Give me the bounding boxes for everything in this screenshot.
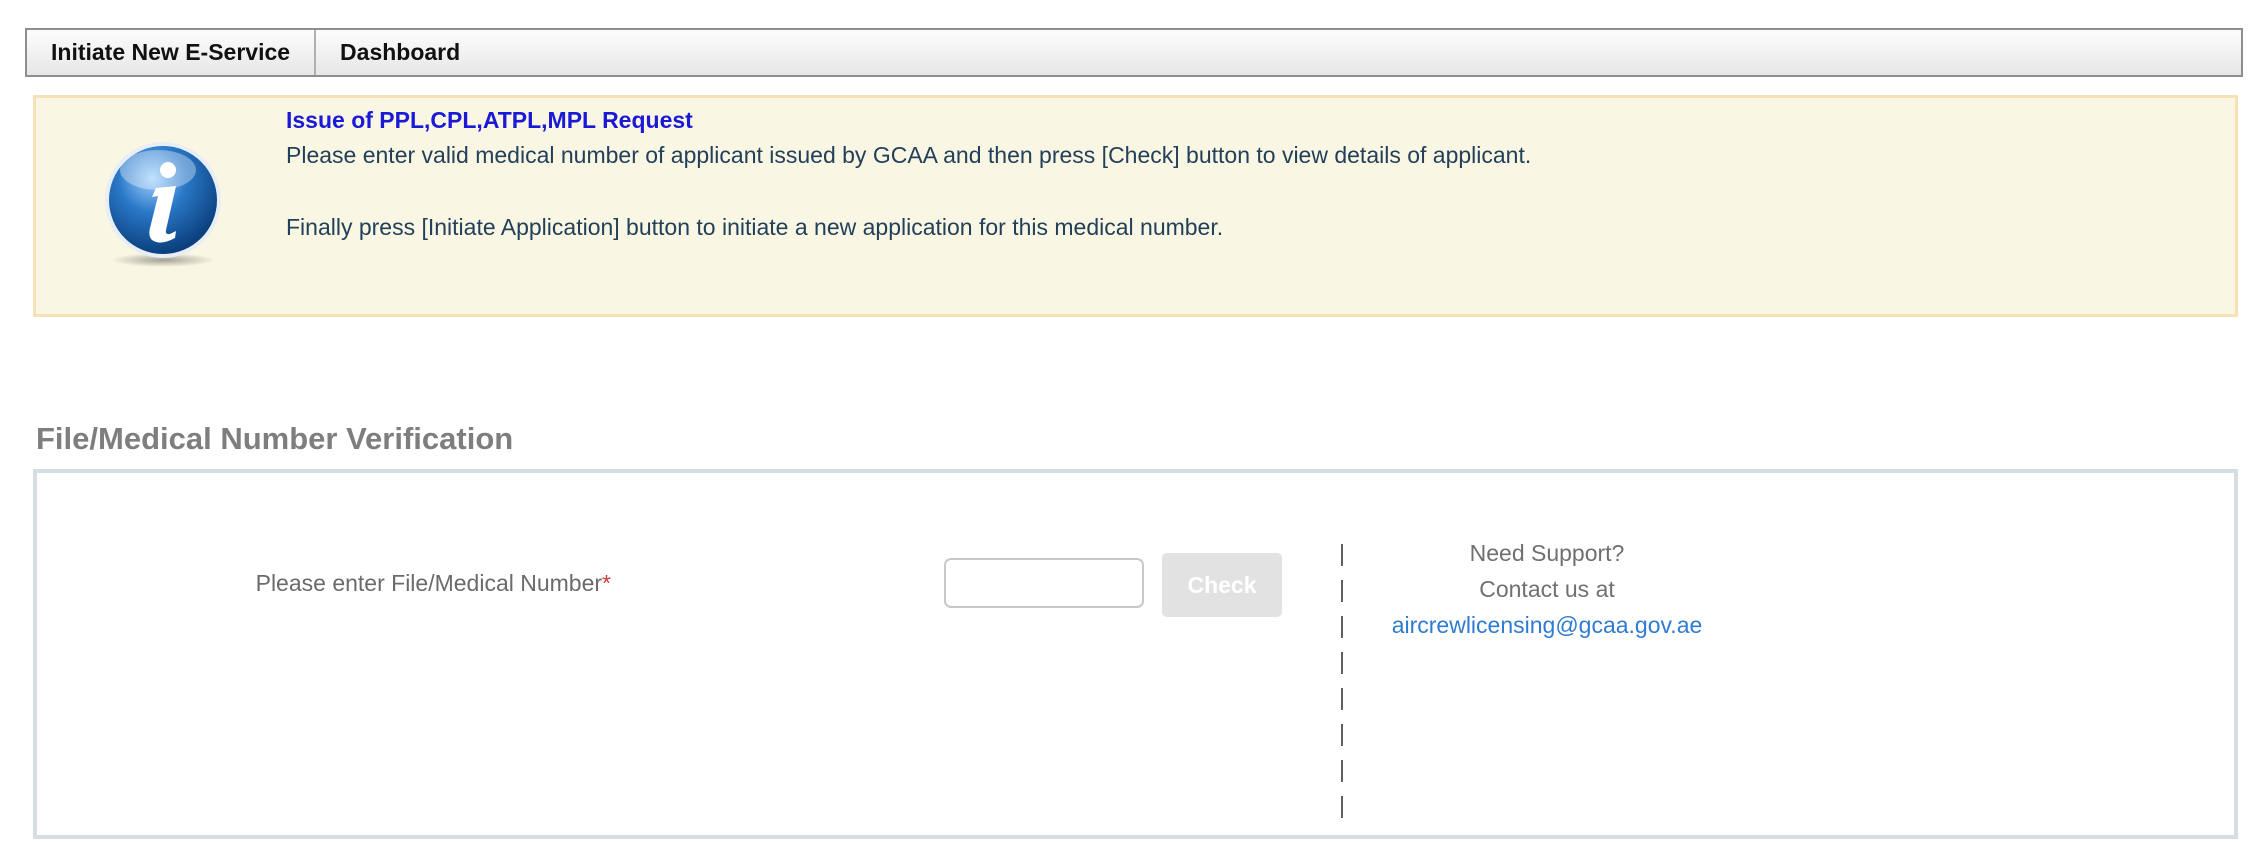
info-icon [105, 142, 221, 267]
divider-mark: | [1339, 576, 1345, 602]
info-instruction-check: Please enter valid medical number of app… [286, 142, 1532, 168]
medical-number-label-text: Please enter File/Medical Number [255, 570, 603, 596]
divider-mark: | [1339, 612, 1345, 638]
verification-panel: Please enter File/Medical Number* Check … [33, 469, 2238, 839]
divider-mark: | [1339, 792, 1345, 818]
top-tab-bar: Initiate New E-Service Dashboard [25, 28, 2243, 77]
medical-number-input[interactable] [944, 558, 1144, 608]
support-block: Need Support? Contact us at aircrewlicen… [1377, 535, 1717, 643]
info-instruction-initiate: Finally press [Initiate Application] but… [286, 214, 1224, 240]
tab-initiate-new-e-service[interactable]: Initiate New E-Service [27, 30, 314, 75]
divider-mark: | [1339, 720, 1345, 746]
info-title: Issue of PPL,CPL,ATPL,MPL Request [286, 107, 693, 133]
medical-number-label: Please enter File/Medical Number* [256, 570, 611, 597]
divider-mark: | [1339, 684, 1345, 710]
vertical-divider: | | | | | | | | [1336, 535, 1348, 823]
tab-dashboard[interactable]: Dashboard [314, 30, 484, 75]
info-panel: Issue of PPL,CPL,ATPL,MPL Request Please… [33, 95, 2238, 317]
support-contact-text: Contact us at [1479, 576, 1615, 602]
divider-mark: | [1339, 540, 1345, 566]
required-mark: * [602, 570, 611, 596]
divider-mark: | [1339, 756, 1345, 782]
support-email-link[interactable]: aircrewlicensing@gcaa.gov.ae [1377, 607, 1717, 643]
support-heading: Need Support? [1469, 540, 1625, 566]
section-title: File/Medical Number Verification [36, 421, 514, 456]
check-button[interactable]: Check [1162, 553, 1282, 617]
divider-mark: | [1339, 648, 1345, 674]
